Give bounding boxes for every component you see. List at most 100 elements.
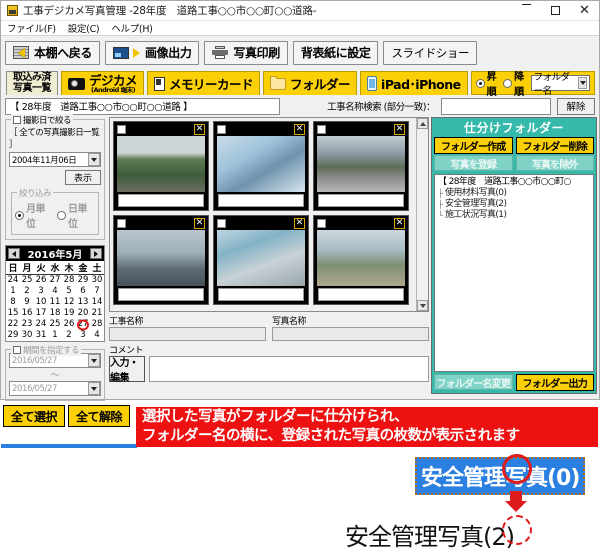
- sort-descending-radio[interactable]: 降順: [503, 68, 527, 98]
- select-all-button[interactable]: 全て選択: [3, 405, 65, 427]
- sort-key-select[interactable]: フォルダー名: [530, 72, 591, 97]
- calendar-day[interactable]: 1: [48, 330, 62, 341]
- photo-select-checkbox[interactable]: [117, 218, 126, 228]
- photo-remove-icon[interactable]: ✕: [394, 217, 405, 229]
- calendar-day[interactable]: 6: [76, 286, 90, 297]
- photo-select-checkbox[interactable]: [217, 218, 226, 228]
- back-to-shelf-button[interactable]: 本棚へ戻る: [5, 40, 101, 65]
- calendar-next-icon[interactable]: [89, 248, 102, 259]
- calendar-day[interactable]: 31: [34, 330, 48, 341]
- exclude-photo-button[interactable]: 写真を除外: [515, 155, 594, 171]
- image-export-button[interactable]: 画像出力: [105, 40, 200, 65]
- calendar-day[interactable]: 5: [62, 286, 76, 297]
- calendar-day[interactable]: 12: [62, 297, 76, 308]
- calendar-day[interactable]: 19: [62, 308, 76, 319]
- output-folder-button[interactable]: フォルダー出力: [515, 374, 594, 391]
- photo-remove-icon[interactable]: ✕: [394, 123, 405, 135]
- calendar-day[interactable]: 29: [6, 330, 20, 341]
- menu-item-help[interactable]: ヘルプ(H): [111, 21, 153, 35]
- calendar-day[interactable]: 2: [62, 330, 76, 341]
- tab-ipad-iphone[interactable]: iPad･iPhone: [360, 71, 468, 95]
- scroll-down-icon[interactable]: [417, 300, 428, 311]
- photo-select-checkbox[interactable]: [117, 124, 126, 134]
- calendar-day[interactable]: 30: [20, 330, 34, 341]
- comment-edit-button[interactable]: 入力・編集: [109, 356, 145, 384]
- month-unit-radio[interactable]: 月単位: [15, 200, 53, 230]
- photo-caption-input[interactable]: [318, 288, 404, 301]
- photo-select-checkbox[interactable]: [217, 124, 226, 134]
- calendar-day[interactable]: 25: [48, 319, 62, 330]
- calendar-day[interactable]: 9: [20, 297, 34, 308]
- photo-select-checkbox[interactable]: [317, 218, 326, 228]
- folder-tree-item-safety[interactable]: 安全管理写真(2): [438, 199, 590, 210]
- rename-folder-button[interactable]: フォルダー名変更: [434, 374, 513, 390]
- calendar-day[interactable]: 14: [90, 297, 104, 308]
- calendar-day[interactable]: 16: [20, 308, 34, 319]
- close-icon[interactable]: ✕: [570, 1, 599, 21]
- calendar-day[interactable]: 8: [6, 297, 20, 308]
- calendar-day[interactable]: 13: [76, 297, 90, 308]
- calendar-prev-icon[interactable]: [8, 248, 20, 259]
- date-range-checkbox[interactable]: [13, 346, 21, 354]
- photo-caption-input[interactable]: [218, 194, 304, 207]
- calendar-day[interactable]: 24: [6, 275, 20, 286]
- day-unit-radio[interactable]: 日単位: [57, 200, 95, 230]
- tab-folder[interactable]: フォルダー: [263, 71, 358, 95]
- slideshow-button[interactable]: スライドショー: [383, 40, 478, 65]
- photo-print-button[interactable]: 写真印刷: [204, 40, 288, 65]
- calendar-day[interactable]: 20: [76, 308, 90, 319]
- sort-ascending-radio[interactable]: 昇順: [475, 68, 500, 98]
- calendar-day[interactable]: 23: [20, 319, 34, 330]
- calendar-day[interactable]: 18: [48, 308, 62, 319]
- photo-caption-input[interactable]: [318, 194, 404, 207]
- photo-name-input[interactable]: [272, 327, 429, 341]
- menu-item-settings[interactable]: 設定(C): [68, 21, 100, 35]
- folder-tree-item-construction[interactable]: 施工状況写真(1): [438, 210, 590, 221]
- display-button[interactable]: 表示: [65, 170, 101, 185]
- folder-tree[interactable]: 【 28年度 道路工事○○市○○町○ 使用材料写真(0) 安全管理写真(2) 施…: [434, 174, 594, 372]
- work-name-input[interactable]: [109, 327, 266, 341]
- register-photo-button[interactable]: 写真を登録: [434, 155, 513, 171]
- calendar-day[interactable]: 7: [90, 286, 104, 297]
- calendar-day[interactable]: 4: [48, 286, 62, 297]
- tab-digital-camera[interactable]: デジカメ (Android 端末): [61, 71, 145, 95]
- calendar-day[interactable]: 10: [34, 297, 48, 308]
- calendar-day[interactable]: 27: [48, 275, 62, 286]
- delete-folder-button[interactable]: フォルダー削除: [515, 137, 594, 154]
- photo-caption-input[interactable]: [118, 194, 204, 207]
- calendar-day[interactable]: 1: [6, 286, 20, 297]
- photo-card[interactable]: ✕: [213, 215, 309, 305]
- calendar-day[interactable]: 28: [90, 319, 104, 330]
- search-input[interactable]: [441, 97, 551, 115]
- calendar-day[interactable]: 22: [6, 319, 20, 330]
- create-folder-button[interactable]: フォルダー作成: [434, 137, 513, 154]
- calendar-day[interactable]: 11: [48, 297, 62, 308]
- calendar-day[interactable]: 25: [20, 275, 34, 286]
- photo-caption-input[interactable]: [118, 288, 204, 301]
- photo-remove-icon[interactable]: ✕: [194, 217, 205, 229]
- photo-remove-icon[interactable]: ✕: [294, 217, 305, 229]
- shooting-date-checkbox[interactable]: [13, 116, 21, 124]
- calendar-day[interactable]: 2: [20, 286, 34, 297]
- range-to-select[interactable]: 2016/05/27: [9, 381, 101, 396]
- photo-card[interactable]: ✕: [213, 121, 309, 211]
- folder-tree-root[interactable]: 【 28年度 道路工事○○市○○町○: [438, 177, 590, 188]
- calendar-day[interactable]: 26: [34, 275, 48, 286]
- calendar-day[interactable]: 27: [76, 319, 90, 330]
- calendar-day[interactable]: 24: [34, 319, 48, 330]
- photo-grid-scrollbar[interactable]: [416, 118, 428, 311]
- calendar-day[interactable]: 15: [6, 308, 20, 319]
- calendar-day[interactable]: 17: [34, 308, 48, 319]
- calendar-day[interactable]: 4: [90, 330, 104, 341]
- photo-remove-icon[interactable]: ✕: [194, 123, 205, 135]
- calendar-grid[interactable]: 24 25 26 27 28 29 30 1 2 3 4 5 6 7 8 9 10 11 12 13 14 15 16 17 1…: [6, 275, 104, 341]
- photo-card[interactable]: ✕: [313, 215, 409, 305]
- photo-select-checkbox[interactable]: [317, 124, 326, 134]
- tab-imported-photos[interactable]: 取込み済 写真一覧: [6, 71, 58, 95]
- calendar-day[interactable]: 28: [62, 275, 76, 286]
- scroll-up-icon[interactable]: [417, 118, 428, 129]
- tab-memory-card[interactable]: メモリーカード: [147, 71, 261, 95]
- calendar-day[interactable]: 3: [34, 286, 48, 297]
- comment-textarea[interactable]: [149, 356, 429, 382]
- photo-remove-icon[interactable]: ✕: [294, 123, 305, 135]
